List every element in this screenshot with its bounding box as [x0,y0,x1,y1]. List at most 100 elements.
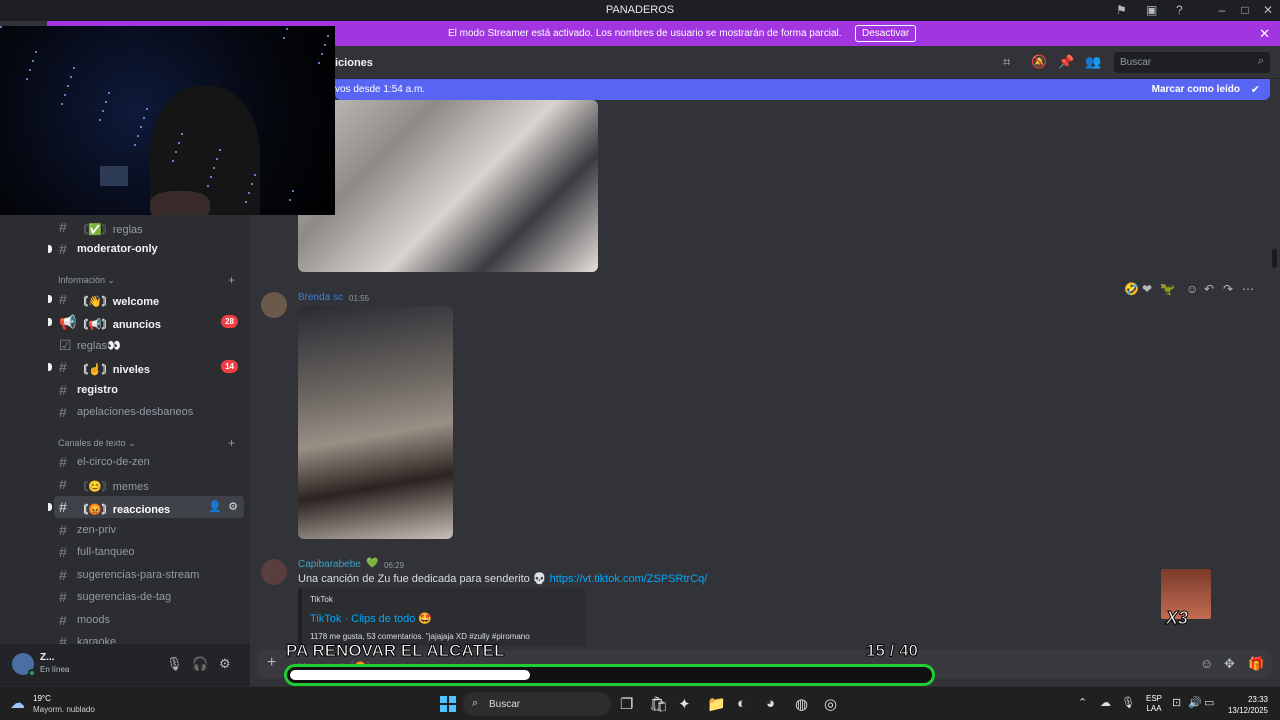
battery-icon[interactable]: ▭ [1204,696,1214,709]
star-particle [67,85,69,87]
avatar[interactable] [261,292,287,318]
reaction-laugh-icon[interactable]: 🤣 [1124,282,1139,296]
task-view-icon[interactable]: ❐ [620,695,633,713]
star-particle [178,142,180,144]
star-particle [140,126,142,128]
settings-gear-icon[interactable]: ⚙ [219,656,231,672]
hash-icon: # [59,589,67,605]
weather-description[interactable]: Mayorm. nublado [33,705,95,714]
weather-temperature[interactable]: 19°C [33,694,51,703]
copilot-icon[interactable]: ✦ [678,695,691,713]
add-channel-icon[interactable]: + [228,436,235,450]
channel-welcome[interactable]: # 〘👋〙welcome [54,288,244,310]
category-canales-de-texto[interactable]: Canales de texto ⌄ [58,438,136,449]
discord-app-icon[interactable]: ◕ [766,695,775,712]
reaction-heart-icon[interactable]: ❤ [1142,282,1152,296]
channel-reglas-rules[interactable]: ☑ reglas👀 [54,334,244,356]
mark-as-read-button[interactable]: Marcar como leído [1152,84,1240,95]
add-channel-icon[interactable]: + [228,273,235,287]
app-icon[interactable]: ◍ [795,695,808,713]
volume-icon[interactable]: 🔊 [1188,696,1202,709]
message-image-attachment[interactable] [298,100,598,272]
bell-muted-icon[interactable]: 🔕 [1031,54,1047,70]
app-icon[interactable]: ◎ [824,695,837,713]
taskbar-search[interactable]: ⌕ Buscar [463,692,611,716]
pin-icon[interactable]: 📌 [1058,54,1074,70]
help-icon[interactable]: ? [1176,3,1183,17]
windows-start-icon[interactable] [440,696,456,712]
channel-reacciones[interactable]: # 〘😡〙reacciones ⚙ 👤 [54,496,244,518]
message-link[interactable]: https://vt.tiktok.com/ZSPSRtrCq/ [550,573,708,585]
members-icon[interactable]: 👥 [1085,54,1101,70]
category-informacion[interactable]: Información ⌄ [58,275,115,286]
emoji-icon[interactable]: ☺ [1200,656,1213,671]
apps-icon[interactable]: ✥ [1224,656,1235,672]
embed-title[interactable]: TikTok · Clips de todo 🤩 [310,612,432,625]
reply-icon[interactable]: ↶ [1204,282,1214,296]
forward-icon[interactable]: ↷ [1223,282,1233,296]
channel-anuncios[interactable]: 📢 〘📢〙anuncios 28 [54,311,244,333]
channel-settings-icon[interactable]: ⚙ [228,500,238,513]
avatar[interactable] [261,559,287,585]
minimize-button[interactable]: – [1212,3,1232,17]
embed-provider: TikTok [310,595,333,604]
message-image-attachment[interactable] [298,306,453,539]
flag-icon[interactable]: ⚑ [1116,3,1127,17]
onedrive-icon[interactable]: ☁ [1100,696,1111,709]
weather-cloud-icon[interactable]: ☁ [10,694,25,712]
hash-icon: # [59,454,67,470]
star-particle [254,174,256,176]
goal-progress-bar [284,664,935,686]
channel-moderator-only[interactable]: # moderator-only [54,238,244,260]
rules-icon: ☑ [59,337,72,353]
system-clock[interactable]: 23:33 13/12/2025 [1226,694,1268,716]
threads-icon[interactable]: ⌗ [1003,54,1010,70]
message-author[interactable]: Capibarabebe [298,559,361,570]
inbox-icon[interactable]: ▣ [1146,3,1157,17]
star-particle [210,176,212,178]
star-particle [143,117,145,119]
author-badge-icon: 💚 [366,558,379,569]
channel-reglas[interactable]: # 〘✅〙reglas [54,216,244,238]
invite-icon[interactable]: 👤 [208,500,222,513]
headphones-icon[interactable]: 🎧 [192,656,208,672]
unread-indicator [48,363,52,371]
maximize-button[interactable]: □ [1235,3,1255,17]
gift-icon[interactable]: 🎁 [1248,656,1264,672]
channel-niveles[interactable]: # 〘☝〙niveles 14 [54,356,244,378]
channel-zen-priv[interactable]: # zen-priv [54,519,244,541]
channel-label: sugerencias-para-stream [77,569,200,581]
chevron-up-icon[interactable]: ⌃ [1078,696,1087,709]
microphone-icon[interactable]: 🎙 [166,656,183,672]
network-icon[interactable]: ⊡ [1172,696,1181,709]
channel-registro[interactable]: # registro [54,379,244,401]
channel-apelaciones-desbaneos[interactable]: # apelaciones-desbaneos [54,401,244,423]
language-indicator[interactable]: ESP LAA [1146,694,1162,714]
channel-full-tanqueo[interactable]: # full-tanqueo [54,541,244,563]
new-messages-bar[interactable]: vos desde 1:54 a.m. Marcar como leído ✔ [335,79,1270,100]
channel-moods[interactable]: # moods [54,609,244,631]
edge-browser-icon[interactable]: ◐ [737,695,746,712]
reaction-emoji-icon[interactable]: 🦖 [1160,282,1175,296]
search-input[interactable]: Buscar ⌕ [1114,52,1270,73]
channel-karaoke[interactable]: # karaoke [54,631,244,644]
deactivate-streamer-button[interactable]: Desactivar [855,25,917,42]
microphone-tray-icon[interactable]: 🎙 [1121,696,1135,709]
add-reaction-icon[interactable]: ☺ [1186,282,1198,296]
close-window-button[interactable]: ✕ [1258,3,1278,17]
channel-el-circo-de-zen[interactable]: # el-circo-de-zen [54,451,244,473]
message-author[interactable]: Brenda sc [298,292,343,303]
scrollbar-thumb[interactable] [1272,249,1277,268]
store-icon[interactable]: 🛍 [649,695,668,713]
channel-sugerencias-para-stream[interactable]: # sugerencias-para-stream [54,564,244,586]
clock-date: 13/12/2025 [1227,706,1268,715]
close-icon[interactable]: ✕ [1259,26,1270,42]
hash-icon: # [59,241,67,257]
more-options-icon[interactable]: ⋯ [1242,282,1254,296]
attach-plus-icon[interactable]: + [267,654,276,672]
file-explorer-icon[interactable]: 📁 [707,695,726,713]
channel-memes[interactable]: # 〘😊〙memes [54,473,244,495]
channel-sugerencias-de-tag[interactable]: # sugerencias-de-tag [54,586,244,608]
channel-label: 〘✅〙reglas [77,224,143,236]
username[interactable]: Z... [40,652,54,663]
